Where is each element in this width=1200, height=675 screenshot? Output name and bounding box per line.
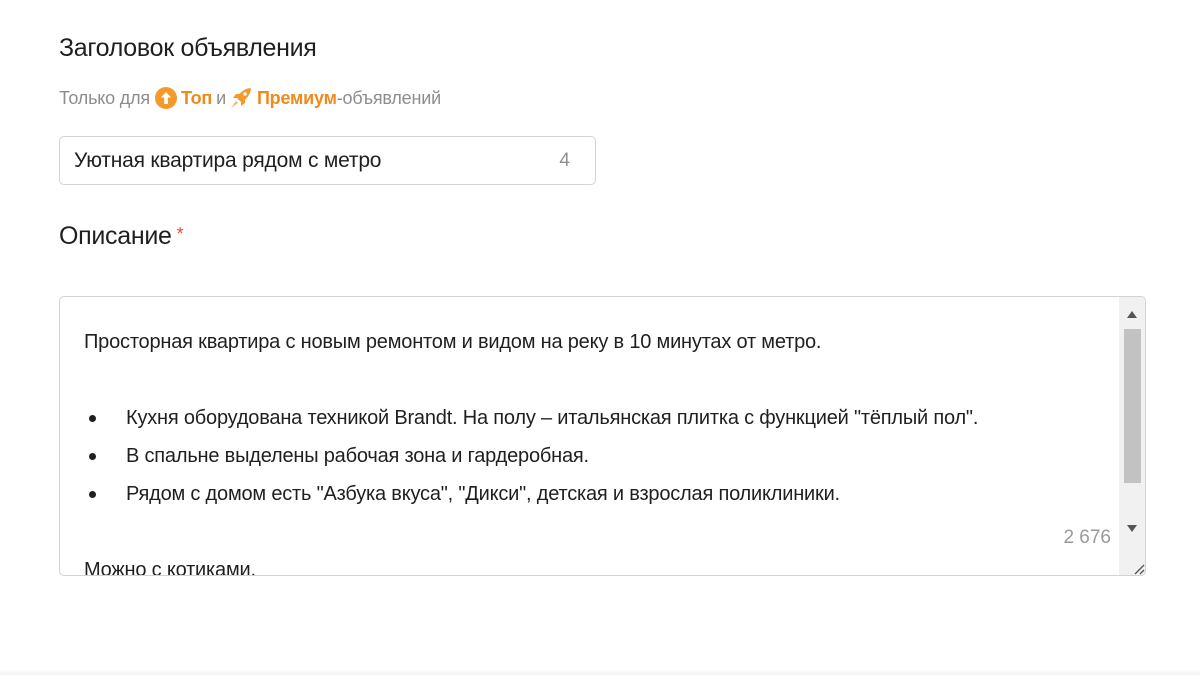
hint-prefix: Только для: [59, 87, 150, 108]
ad-title-heading: Заголовок объявления: [59, 34, 317, 62]
description-textarea[interactable]: Просторная квартира с новым ремонтом и в…: [59, 296, 1146, 576]
description-bullet: Кухня оборудована техникой Brandt. На по…: [84, 399, 1104, 437]
scroll-up-arrow-icon[interactable]: [1119, 301, 1145, 327]
hint-suffix: -объявлений: [336, 87, 441, 108]
rocket-icon: [229, 86, 253, 110]
description-bullet: Рядом с домом есть "Азбука вкуса", "Дикс…: [84, 475, 1104, 513]
scroll-down-arrow-icon[interactable]: [1119, 515, 1145, 541]
description-bullet: В спальне выделены рабочая зона и гардер…: [84, 437, 1104, 475]
ad-title-counter: 4: [559, 149, 570, 171]
ad-title-input[interactable]: Уютная квартира рядом с метро 4: [59, 136, 596, 185]
bottom-divider: [0, 669, 1200, 675]
scrollbar-thumb[interactable]: [1124, 329, 1141, 483]
resize-handle-icon[interactable]: [1119, 547, 1145, 575]
description-intro: Просторная квартира с новым ремонтом и в…: [84, 331, 822, 353]
description-heading: Описание *: [59, 222, 184, 251]
hint-top-link: Топ: [180, 87, 213, 108]
ad-title-value[interactable]: Уютная квартира рядом с метро: [74, 149, 559, 173]
arrow-up-circle-icon: [154, 87, 177, 109]
description-bullet-list: Кухня оборудована техникой Brandt. На по…: [84, 399, 1104, 513]
description-scrollbar[interactable]: [1119, 297, 1145, 547]
ad-title-hint: Только для Топ и Премиум -объявлений: [59, 86, 441, 110]
description-counter: 2 676: [1063, 527, 1111, 548]
description-closing: Можно с котиками.: [84, 559, 256, 576]
hint-and: и: [216, 87, 226, 108]
description-heading-text: Описание: [59, 222, 172, 250]
ad-form: Заголовок объявления Только для Топ и Пр…: [0, 0, 1200, 675]
hint-premium-link: Премиум: [256, 87, 337, 108]
description-content[interactable]: Просторная квартира с новым ремонтом и в…: [84, 323, 1104, 576]
required-mark: *: [176, 224, 184, 244]
